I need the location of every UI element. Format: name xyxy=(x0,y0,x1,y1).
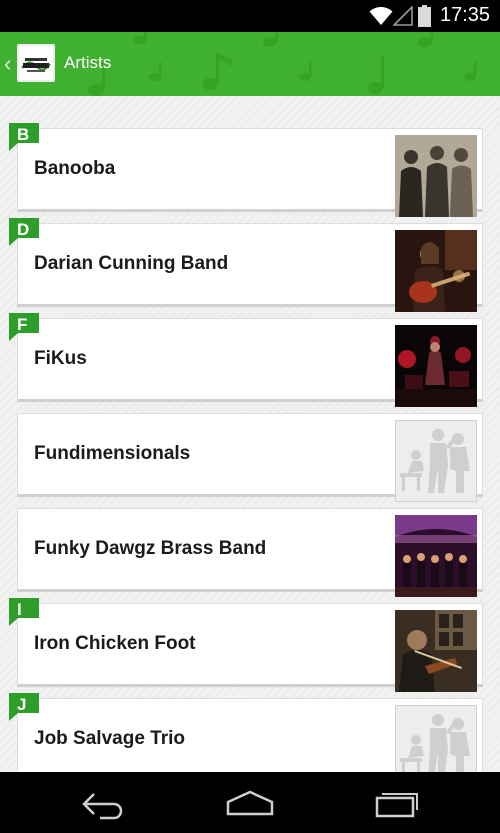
artist-thumbnail xyxy=(395,325,477,407)
artist-name: Iron Chicken Foot xyxy=(34,633,196,654)
artist-row-darian-cunning-band[interactable]: Darian Cunning Band xyxy=(17,223,483,312)
artist-name: Banooba xyxy=(34,158,116,179)
hardins-sweetwater-logo xyxy=(17,44,55,82)
artist-thumbnail xyxy=(395,230,477,312)
section-badge-i: I xyxy=(9,598,41,630)
artist-name: Fundimensionals xyxy=(34,443,191,464)
artist-thumbnail xyxy=(395,705,477,772)
artist-list[interactable]: Banooba Darian Cunning Band FiKus Fundim… xyxy=(0,96,500,772)
artist-thumbnail xyxy=(395,420,477,502)
badge-flag-shape xyxy=(9,598,39,626)
artist-name: Darian Cunning Band xyxy=(34,253,229,274)
section-badge-j: J xyxy=(9,693,41,725)
section-badge-b: B xyxy=(9,123,41,155)
section-letter: B xyxy=(17,125,30,144)
action-bar: ‹ Artists xyxy=(0,32,500,96)
status-bar: 17:35 xyxy=(0,0,500,32)
page-title: Artists xyxy=(64,53,112,72)
section-badge-f: F xyxy=(9,313,41,345)
artist-thumbnail xyxy=(395,610,477,692)
artist-row-fikus[interactable]: FiKus xyxy=(17,318,483,407)
placeholder-silhouette-icon xyxy=(395,705,477,772)
wifi-icon xyxy=(369,7,393,25)
artist-name: Funky Dawgz Brass Band xyxy=(34,538,267,559)
section-letter: J xyxy=(17,695,27,714)
section-badge-d: D xyxy=(9,218,41,250)
clock: 17:35 xyxy=(440,4,491,26)
band-photo xyxy=(395,135,477,217)
home-icon[interactable] xyxy=(225,788,275,820)
section-letter: F xyxy=(17,315,28,334)
fiddler-photo xyxy=(395,610,477,692)
placeholder-silhouette-icon xyxy=(395,420,477,502)
artist-row-fundimensionals[interactable]: Fundimensionals xyxy=(17,413,483,502)
artist-row-banooba[interactable]: Banooba xyxy=(17,128,483,217)
artist-thumbnail xyxy=(395,135,477,217)
artist-name: Job Salvage Trio xyxy=(34,728,185,749)
artist-name: FiKus xyxy=(34,348,87,369)
artist-row-funky-dawgz-brass-band[interactable]: Funky Dawgz Brass Band xyxy=(17,508,483,597)
up-caret-icon[interactable]: ‹ xyxy=(4,50,11,78)
guitarist-photo xyxy=(395,230,477,312)
artist-row-iron-chicken-foot[interactable]: Iron Chicken Foot xyxy=(17,603,483,692)
stage-photo xyxy=(395,325,477,407)
artist-row-job-salvage-trio[interactable]: Job Salvage Trio xyxy=(17,698,483,772)
battery-icon xyxy=(418,5,431,27)
back-icon[interactable] xyxy=(80,788,128,820)
cell-signal-icon xyxy=(393,6,413,26)
navigation-bar xyxy=(0,772,500,833)
recent-apps-icon[interactable] xyxy=(372,788,420,820)
brass-band-photo xyxy=(395,515,477,597)
app-logo[interactable] xyxy=(17,44,55,82)
section-letter: I xyxy=(17,600,22,619)
artist-thumbnail xyxy=(395,515,477,597)
section-letter: D xyxy=(17,220,30,239)
